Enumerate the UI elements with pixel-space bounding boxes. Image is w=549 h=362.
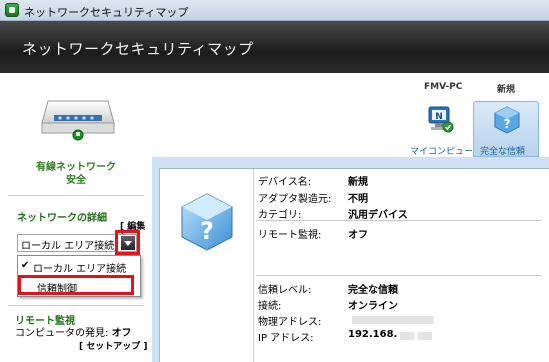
connection-label: 接続: bbox=[258, 301, 282, 312]
adapter-maker-label: アダプタ製造元: bbox=[258, 194, 332, 205]
setup-link[interactable]: [ セットアップ ] bbox=[79, 339, 148, 352]
dropdown-value: ローカル エリア接続 bbox=[21, 241, 115, 252]
network-details-title: ネットワークの詳細 bbox=[17, 213, 107, 224]
adapter-maker-value: 不明 bbox=[348, 194, 368, 205]
trust-level-label: 信頼レベル: bbox=[258, 285, 312, 296]
window-title: ネットワークセキュリティマップ bbox=[24, 6, 189, 19]
masked-ip-part bbox=[400, 332, 414, 340]
discovery-value: オフ bbox=[111, 328, 132, 339]
highlight-dropdown-button bbox=[115, 230, 140, 255]
remote-monitor-label: リモート監視: bbox=[258, 230, 322, 241]
svg-text:?: ? bbox=[200, 217, 214, 245]
category-label: カテゴリ: bbox=[258, 210, 302, 221]
check-icon: ✔ bbox=[21, 260, 30, 271]
network-status-label: 有線ネットワーク 安全 bbox=[0, 161, 152, 187]
device-details-panel: ? デバイス名: 新規 アダプタ製造元: 不明 カテゴリ: 汎用デバイス リモー… bbox=[159, 168, 549, 362]
divider bbox=[8, 305, 144, 306]
row-divider bbox=[256, 220, 542, 221]
svg-text:N: N bbox=[435, 112, 443, 122]
title-bar: ネットワークセキュリティマップ bbox=[0, 0, 549, 21]
left-panel: 有線ネットワーク 安全 ネットワークの詳細 [ 編集 ] ローカル エリア接続 … bbox=[0, 73, 152, 362]
device-name-value: 新規 bbox=[348, 177, 368, 188]
network-safety-text: 安全 bbox=[66, 175, 86, 186]
menu-item-local-area[interactable]: ローカル エリア接続 bbox=[33, 260, 126, 275]
highlight-trust-control bbox=[18, 275, 134, 295]
mac-address-label: 物理アドレス: bbox=[258, 317, 322, 328]
fully-trusted-label[interactable]: 完全な信頼 bbox=[480, 144, 525, 157]
remote-monitor-value: オフ bbox=[348, 230, 368, 241]
pc-name: FMV-PC bbox=[424, 82, 463, 92]
trust-level-value: 完全な信頼 bbox=[348, 285, 398, 296]
device-name-label: デバイス名: bbox=[258, 177, 312, 188]
my-computer-label[interactable]: マイコンピュータ bbox=[410, 144, 482, 157]
masked-ip-part bbox=[418, 332, 432, 340]
header-banner: ネットワークセキュリティマップ bbox=[0, 21, 549, 73]
svg-text:?: ? bbox=[504, 117, 511, 131]
category-value: 汎用デバイス bbox=[348, 210, 408, 221]
column-divider bbox=[253, 169, 254, 362]
masked-mac-address bbox=[352, 316, 434, 324]
map-area: FMV-PC 新規 N マイコンピュータ ? 完全な信頼 ? デバイス名: 新規… bbox=[152, 73, 549, 362]
banner-title: ネットワークセキュリティマップ bbox=[22, 40, 254, 58]
app-icon bbox=[5, 3, 19, 17]
network-type-text: 有線ネットワーク bbox=[36, 162, 116, 173]
router-icon bbox=[41, 100, 115, 141]
discovery-label: コンピュータの発見: bbox=[15, 328, 109, 339]
computer-discovery-status: コンピュータの発見: オフ bbox=[15, 324, 132, 339]
ip-address-value: 192.168. bbox=[348, 329, 398, 340]
connection-value: オンライン bbox=[348, 301, 398, 312]
new-device-name: 新規 bbox=[497, 85, 516, 95]
ip-address-label: IP アドレス: bbox=[258, 333, 314, 344]
divider bbox=[8, 195, 144, 196]
row-divider bbox=[256, 275, 542, 276]
unknown-device-large-icon: ? bbox=[181, 193, 233, 251]
unknown-device-icon[interactable]: ? bbox=[493, 105, 521, 135]
my-computer-icon[interactable]: N bbox=[426, 105, 454, 135]
